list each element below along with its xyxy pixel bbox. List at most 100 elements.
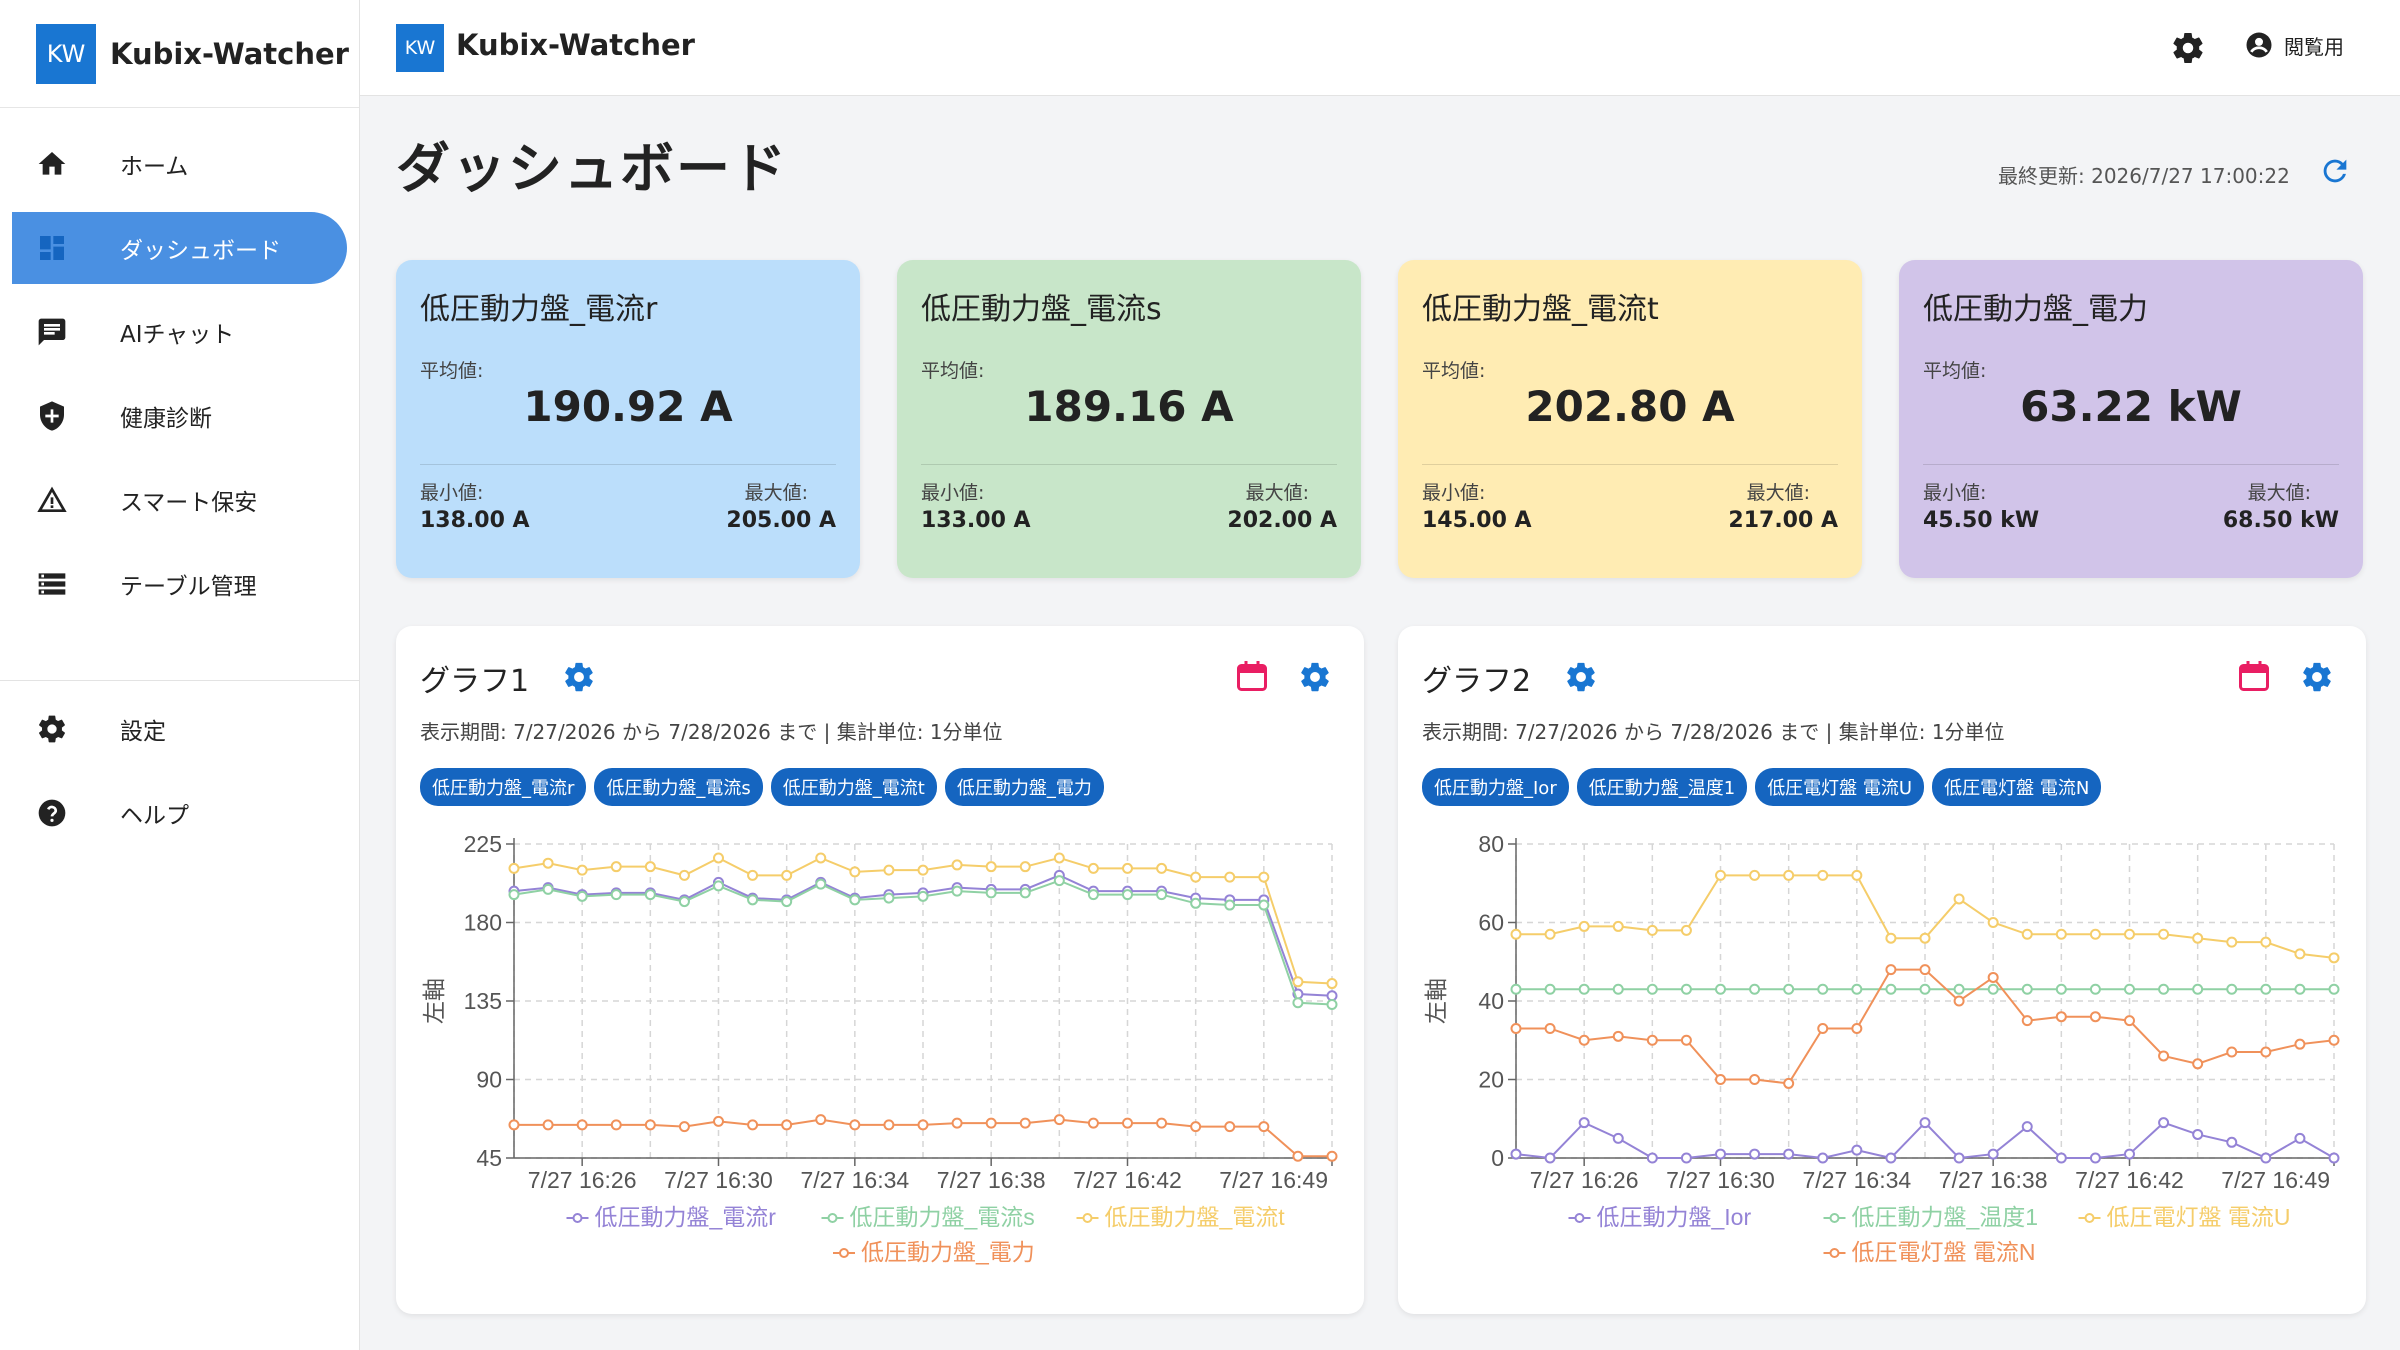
- data-point: [747, 1119, 759, 1131]
- graph-title: グラフ1: [420, 664, 530, 699]
- gear-icon[interactable]: [1564, 660, 1598, 694]
- sidebar-bottom-nav: 設定 ヘルプ: [0, 693, 359, 849]
- series-chip[interactable]: 低圧動力盤_電流r: [420, 768, 587, 806]
- legend-marker: [1082, 1213, 1093, 1223]
- x-tick-label: 7/27 16:38: [937, 1167, 1046, 1193]
- legend-label: 低圧動力盤_Ior: [1597, 1204, 1752, 1230]
- data-point: [917, 864, 929, 876]
- series-chip[interactable]: 低圧電灯盤 電流U: [1755, 768, 1925, 806]
- data-point: [576, 864, 588, 876]
- series-chip[interactable]: 低圧動力盤_電力: [944, 768, 1104, 806]
- data-point: [1783, 1148, 1795, 1160]
- sidebar-item-home[interactable]: ホーム: [12, 128, 347, 200]
- data-point: [2124, 983, 2135, 995]
- gear-icon[interactable]: [562, 660, 596, 694]
- data-point: [576, 890, 588, 902]
- data-point: [678, 869, 690, 881]
- data-point: [2226, 983, 2238, 995]
- data-point: [1817, 1152, 1829, 1164]
- data-point: [883, 864, 895, 876]
- graph-settings-icon[interactable]: [1298, 660, 1332, 694]
- data-point: [1817, 869, 1829, 881]
- sidebar-item-table-management[interactable]: テーブル管理: [12, 548, 347, 620]
- brand[interactable]: KW Kubix-Watcher: [0, 0, 359, 108]
- user-menu[interactable]: 閲覧用: [2244, 30, 2344, 60]
- series-chip[interactable]: 低圧動力盤_Ior: [1422, 768, 1569, 806]
- series-chip[interactable]: 低圧電灯盤 電流N: [1932, 768, 2102, 806]
- data-point: [747, 894, 759, 906]
- legend-label: 低圧電灯盤 電流U: [2107, 1204, 2291, 1230]
- sidebar-item-smart-maintenance[interactable]: スマート保安: [12, 464, 347, 536]
- kpi-max-value: 68.50 kW: [2222, 508, 2339, 533]
- data-point: [1087, 889, 1099, 901]
- kpi-card-power: 低圧動力盤_電力 平均値: 63.22 kW 最小値: 45.50 kW 最大値…: [1899, 260, 2363, 578]
- data-point: [2089, 1152, 2101, 1164]
- kpi-divider: [1422, 464, 1838, 465]
- data-point: [1578, 1117, 1590, 1129]
- app-logo: KW: [36, 23, 96, 84]
- sidebar-item-dashboard[interactable]: ダッシュボード: [12, 212, 347, 284]
- line-chart: 0 20 40 60 80 左軸 7/27 16:26 7/27 16:30 7/27 16:3…: [1423, 831, 2340, 1265]
- data-point: [1919, 932, 1931, 944]
- shield-plus-icon: [40, 401, 64, 431]
- kpi-divider: [921, 464, 1337, 465]
- kpi-avg-label: 平均値:: [1923, 360, 1987, 382]
- data-point: [1258, 1121, 1270, 1133]
- data-point: [2328, 1034, 2340, 1046]
- kpi-min-value: 133.00 A: [921, 508, 1031, 533]
- legend-label: 低圧電灯盤 電流N: [1852, 1239, 2036, 1265]
- data-point: [2158, 928, 2170, 940]
- gear-icon[interactable]: [2170, 30, 2206, 66]
- kpi-divider: [420, 464, 836, 465]
- data-point: [1953, 995, 1965, 1007]
- sidebar-item-settings[interactable]: 設定: [12, 693, 347, 765]
- data-point: [1087, 1117, 1099, 1129]
- data-point: [1885, 932, 1897, 944]
- data-point: [1156, 889, 1168, 901]
- sidebar-item-health-check[interactable]: 健康診断: [12, 380, 347, 452]
- data-point: [2158, 983, 2170, 995]
- data-point: [1646, 1152, 1658, 1164]
- sidebar-item-label: スマート保安: [120, 490, 258, 516]
- data-point: [985, 887, 997, 899]
- calendar-icon[interactable]: [1234, 658, 1270, 694]
- kpi-avg-value: 189.16 A: [1024, 382, 1234, 431]
- kpi-title: 低圧動力盤_電力: [1923, 292, 2148, 327]
- x-tick-label: 7/27 16:26: [1530, 1167, 1639, 1193]
- refresh-icon[interactable]: [2318, 154, 2352, 188]
- data-point: [542, 883, 554, 895]
- data-point: [1749, 869, 1761, 881]
- series-chip[interactable]: 低圧動力盤_電流t: [770, 768, 937, 806]
- data-point: [1326, 978, 1338, 990]
- data-point: [1715, 983, 1726, 995]
- data-point: [2089, 983, 2101, 995]
- kpi-avg-label: 平均値:: [420, 360, 484, 382]
- data-point: [1019, 861, 1031, 873]
- data-point: [1953, 1152, 1965, 1164]
- data-point: [1987, 1148, 1999, 1160]
- calendar-icon[interactable]: [2236, 658, 2272, 694]
- data-point: [883, 1119, 895, 1131]
- graph-settings-icon[interactable]: [2300, 660, 2334, 694]
- kpi-avg-label: 平均値:: [921, 360, 985, 382]
- data-point: [2192, 1058, 2204, 1070]
- sidebar-item-help[interactable]: ヘルプ: [12, 777, 347, 849]
- data-point: [1919, 1117, 1931, 1129]
- series-chip[interactable]: 低圧動力盤_温度1: [1576, 768, 1748, 806]
- data-point: [985, 1117, 997, 1129]
- series-chip[interactable]: 低圧動力盤_電流s: [594, 768, 763, 806]
- data-point: [1987, 971, 1999, 983]
- y-axis-label: 左軸: [421, 978, 447, 1024]
- help-icon: [38, 799, 66, 827]
- legend-label: 低圧動力盤_電力: [861, 1239, 1035, 1265]
- topbar-logo: KW: [396, 24, 444, 72]
- data-point: [542, 1119, 554, 1131]
- graph-period: 表示期間: 7/27/2026 から 7/28/2026 まで | 集計単位: …: [420, 720, 1003, 744]
- data-point: [1326, 998, 1338, 1010]
- data-point: [2260, 983, 2272, 995]
- kpi-max-value: 202.00 A: [1227, 508, 1337, 533]
- sidebar-item-ai-chat[interactable]: AIチャット: [12, 296, 347, 368]
- y-tick-label: 90: [476, 1067, 502, 1093]
- data-point: [2192, 1128, 2204, 1140]
- data-point: [2226, 1136, 2238, 1148]
